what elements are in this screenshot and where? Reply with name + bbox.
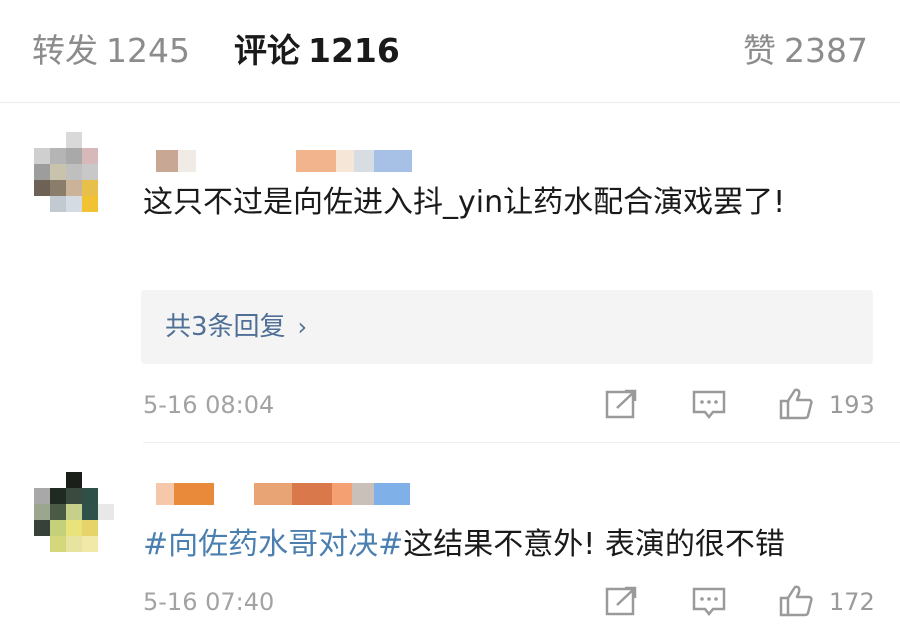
comment-text: 这只不过是向佐进入抖_yin让药水配合演戏罢了! (143, 185, 786, 220)
view-replies-button[interactable]: 共3条回复 › (141, 290, 873, 364)
avatar[interactable] (34, 472, 114, 552)
tab-likes-count: 2387 (784, 31, 868, 70)
topic-hashtag-link[interactable]: #向佐药水哥对决# (143, 527, 403, 562)
share-icon[interactable] (605, 388, 639, 420)
tab-reposts-count: 1245 (106, 31, 190, 70)
chevron-right-icon: › (297, 313, 308, 341)
comment-timestamp: 5-16 08:04 (143, 391, 275, 419)
comment-divider (143, 442, 900, 443)
like-count: 193 (829, 391, 875, 419)
username-redacted[interactable] (156, 483, 410, 505)
share-icon[interactable] (605, 585, 639, 617)
comment-icon[interactable] (692, 587, 726, 617)
like-count: 172 (829, 588, 875, 616)
tab-comments[interactable]: 评论 1216 (234, 28, 400, 74)
username-redacted[interactable] (156, 150, 412, 172)
comment-tabs: 转发 1245 评论 1216 赞 2387 (0, 0, 900, 103)
tab-likes-label: 赞 (743, 31, 777, 70)
comment-timestamp: 5-16 07:40 (143, 588, 275, 616)
view-replies-link[interactable]: 共3条回复 › (165, 310, 307, 344)
replies-label: 共3条回复 (165, 312, 286, 342)
like-icon[interactable] (778, 387, 814, 421)
tab-comments-label: 评论 (234, 31, 300, 70)
comment-icon[interactable] (692, 390, 726, 420)
like-icon[interactable] (778, 584, 814, 618)
comment-text-line: #向佐药水哥对决#这结果不意外! 表演的很不错 (143, 521, 873, 568)
comment-text: 这结果不意外! 表演的很不错 (403, 527, 785, 562)
tab-reposts-label: 转发 (32, 31, 98, 70)
tab-comments-count: 1216 (308, 31, 400, 70)
avatar[interactable] (34, 132, 114, 212)
tab-reposts[interactable]: 转发 1245 (32, 28, 190, 74)
tab-likes[interactable]: 赞 2387 (743, 28, 868, 74)
